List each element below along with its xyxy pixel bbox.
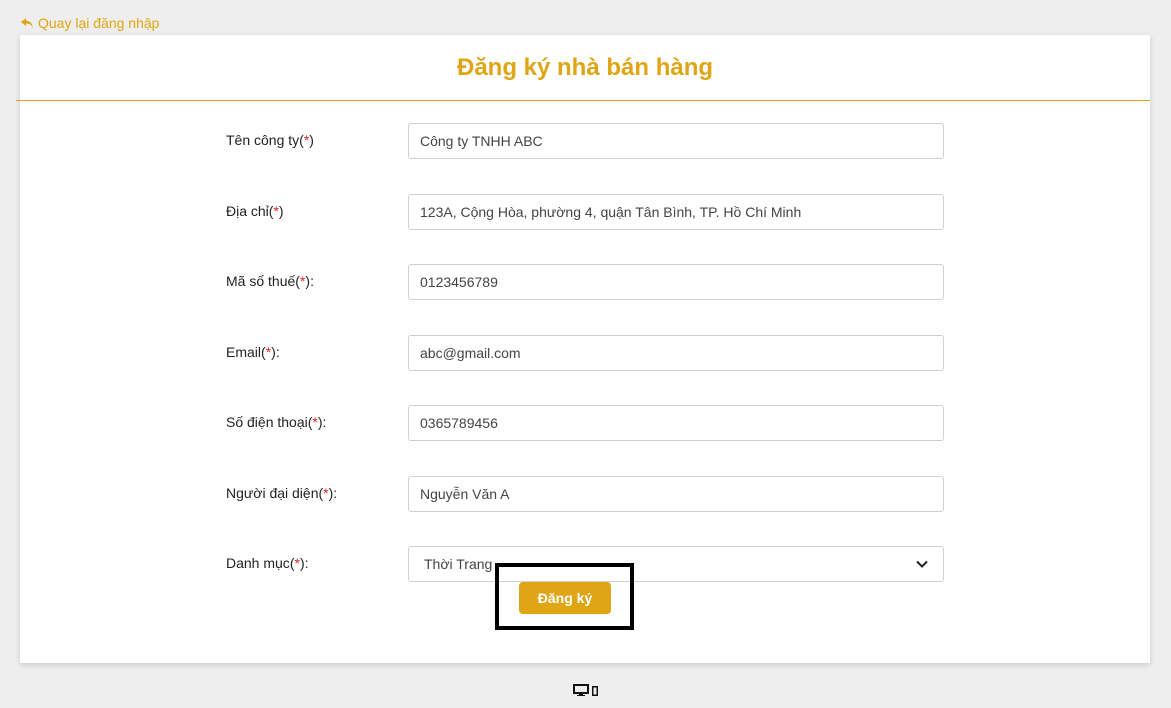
page-title: Đăng ký nhà bán hàng (456, 53, 714, 81)
form-row-address: Địa chỉ(*) (20, 194, 1150, 230)
chevron-down-icon (916, 560, 928, 568)
category-select[interactable]: Thời Trang (408, 546, 944, 582)
tax-code-input[interactable] (408, 264, 944, 300)
address-label: Địa chỉ(*) (226, 203, 284, 219)
phone-input[interactable] (408, 405, 944, 441)
form-row-company: Tên công ty(*) (20, 123, 1150, 159)
reply-arrow-icon (21, 18, 33, 28)
back-to-login-link[interactable]: Quay lại đăng nhập (20, 15, 159, 31)
category-label: Danh mục(*): (226, 555, 309, 571)
address-input[interactable] (408, 194, 944, 230)
form-row-phone: Số điện thoại(*): (20, 405, 1150, 441)
tax-code-label: Mã số thuế(*): (226, 273, 314, 289)
email-input[interactable] (408, 335, 944, 371)
form-row-tax: Mã số thuế(*): (20, 264, 1150, 300)
form-row-representative: Người đại diện(*): (20, 476, 1150, 512)
view-mode-icons (573, 684, 598, 696)
form-row-email: Email(*): (20, 335, 1150, 371)
company-name-label: Tên công ty(*) (226, 132, 314, 148)
category-selected-value: Thời Trang (424, 556, 493, 572)
register-button[interactable]: Đăng ký (519, 582, 611, 614)
back-link-label: Quay lại đăng nhập (38, 15, 160, 31)
mobile-icon[interactable] (592, 686, 598, 696)
email-label: Email(*): (226, 344, 280, 360)
representative-label: Người đại diện(*): (226, 485, 338, 501)
card-header: Đăng ký nhà bán hàng (16, 35, 1150, 101)
representative-input[interactable] (408, 476, 944, 512)
company-name-input[interactable] (408, 123, 944, 159)
phone-label: Số điện thoại(*): (226, 414, 327, 430)
desktop-icon[interactable] (573, 684, 589, 696)
